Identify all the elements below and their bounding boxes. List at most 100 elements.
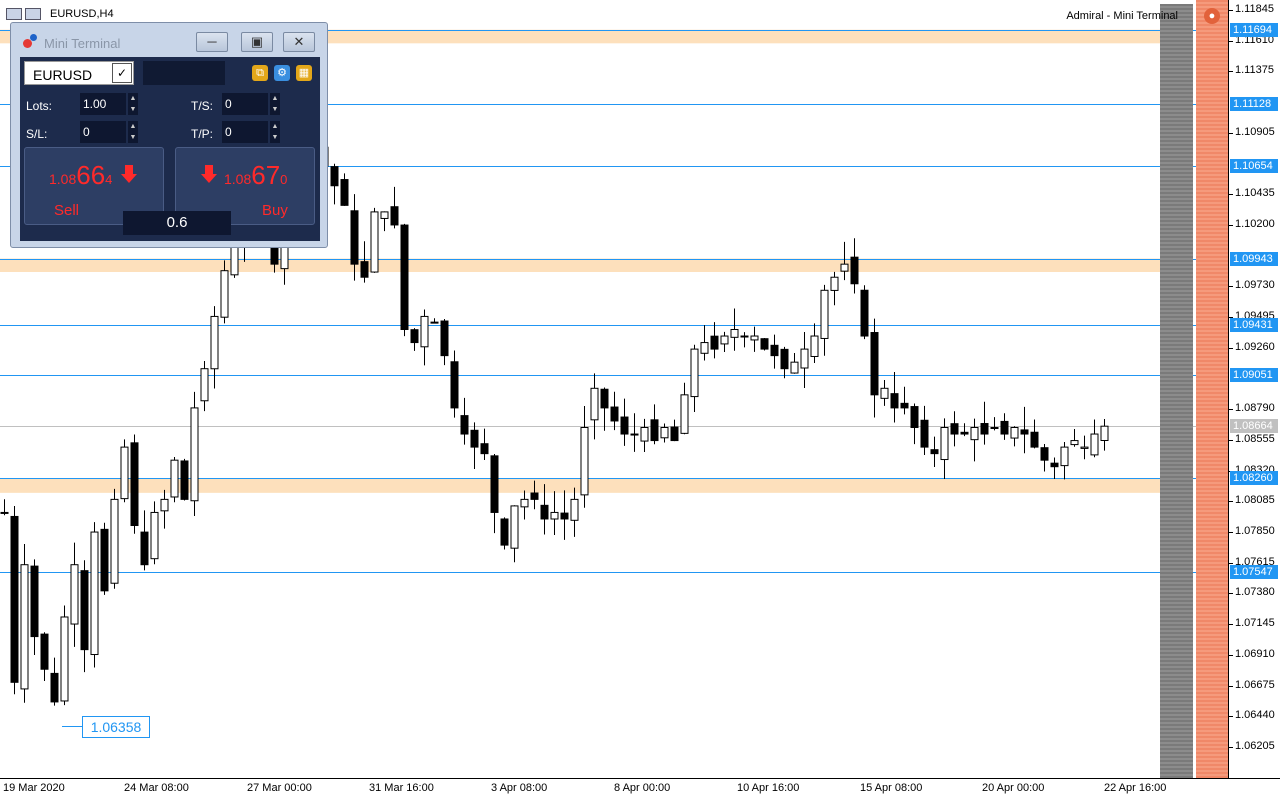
minimize-button[interactable]: ─: [196, 32, 228, 52]
candle-bear: [960, 431, 969, 435]
candle-bear: [500, 518, 509, 546]
candle-bear: [600, 388, 609, 409]
price-level-tag: 1.08260: [1230, 471, 1278, 486]
signal-zone-strip: [1196, 0, 1228, 778]
candle-bear: [860, 289, 869, 337]
maximize-button[interactable]: ▣: [241, 32, 273, 52]
candle-bear: [340, 179, 349, 206]
gear-icon[interactable]: ⚙: [274, 65, 290, 81]
candle-bull: [810, 335, 819, 357]
price-tick-label: 1.09260: [1229, 340, 1275, 353]
price-level-tag: 1.11128: [1230, 96, 1278, 111]
ts-input[interactable]: 0: [222, 93, 268, 115]
candle-bear: [980, 423, 989, 435]
candle-bull: [730, 328, 739, 338]
sell-price-fraction: 4: [105, 172, 113, 187]
price-tick-label: 1.06440: [1229, 709, 1275, 722]
candle-bull: [120, 446, 129, 500]
current-price-tag: 1.08664: [1230, 418, 1278, 433]
candle-bull: [720, 335, 729, 345]
chart-window-icons: [6, 8, 41, 20]
candle-bull: [160, 498, 169, 512]
candle-bull: [790, 361, 799, 374]
candle-bear: [50, 672, 59, 703]
candle-bull: [20, 564, 29, 690]
candle-bear: [10, 515, 19, 683]
tp-input[interactable]: 0: [222, 121, 268, 143]
close-icon: ✕: [293, 34, 305, 49]
low-marker-leader: [62, 726, 82, 727]
candle-bear: [760, 338, 769, 350]
broker-label: Admiral - Mini Terminal: [1066, 10, 1178, 22]
candle-bull: [1060, 446, 1069, 467]
candle-bear: [850, 256, 859, 285]
candle-bear: [620, 416, 629, 435]
tp-label: T/P:: [191, 127, 214, 141]
ts-label: T/S:: [191, 99, 214, 113]
expand-icon[interactable]: ▦: [296, 65, 312, 81]
mini-terminal-window[interactable]: Mini Terminal ─ ▣ ✕ EURUSD ✓ ⧉ ⚙ ▦ Lots:…: [10, 22, 328, 248]
time-axis[interactable]: 19 Mar 2020 24 Mar 08:00 27 Mar 00:00 31 Ma…: [0, 778, 1280, 801]
candle-bull: [110, 498, 119, 584]
candle-bear: [670, 426, 679, 442]
symbol-info-field: [143, 61, 225, 85]
lots-input[interactable]: 1.00: [80, 93, 126, 115]
lots-label: Lots:: [26, 99, 53, 113]
time-tick-label: 8 Apr 00:00: [614, 782, 671, 794]
lots-stepper[interactable]: ▲ ▼: [128, 93, 138, 115]
time-tick-label: 10 Apr 16:00: [737, 782, 800, 794]
buy-price-fraction: 0: [280, 172, 288, 187]
chevron-down-icon[interactable]: ✓: [112, 63, 132, 83]
buy-price-prefix: 1.08: [224, 171, 252, 187]
admiral-logo-icon: ●: [1204, 8, 1220, 24]
candle-bear: [490, 455, 499, 513]
price-level-tag: 1.09431: [1230, 318, 1278, 333]
symbol-select[interactable]: EURUSD ✓: [24, 61, 134, 85]
candle-bull: [420, 315, 429, 348]
sl-input[interactable]: 0: [80, 121, 126, 143]
price-axis[interactable]: 1.11845 1.11610 1.11375 1.10905 1.10435 1.102…: [1229, 0, 1280, 778]
candle-bear: [430, 321, 439, 324]
mini-terminal-titlebar[interactable]: Mini Terminal ─ ▣ ✕: [11, 23, 327, 57]
candle-bear: [470, 429, 479, 448]
price-tick-label: 1.06910: [1229, 647, 1275, 660]
candle-bear: [780, 348, 789, 370]
candle-bull: [150, 511, 159, 560]
close-button[interactable]: ✕: [283, 32, 315, 52]
price-level-tag: 1.11694: [1230, 22, 1278, 37]
sl-stepper[interactable]: ▲ ▼: [128, 121, 138, 143]
buy-price-pips: 67: [251, 160, 281, 190]
chart-menu-icon[interactable]: [6, 8, 22, 20]
candle-bull: [630, 433, 639, 436]
candle-bear: [460, 415, 469, 435]
candle-bull: [840, 263, 849, 272]
mini-terminal-title: Mini Terminal: [44, 36, 121, 51]
candle-bull: [70, 564, 79, 625]
candle-bear: [410, 329, 419, 344]
mini-terminal-logo-icon: [23, 34, 39, 48]
spread-display: 0.6: [123, 211, 231, 235]
mini-terminal-body: EURUSD ✓ ⧉ ⚙ ▦ Lots: 1.00 ▲ ▼ T/S: 0 ▲ ▼ S…: [20, 57, 320, 241]
candle-bull: [700, 342, 709, 354]
price-tick-label: 1.08555: [1229, 432, 1275, 445]
candle-bull: [370, 211, 379, 273]
candle-bear: [560, 512, 569, 520]
candle-bear: [890, 393, 899, 409]
volume-zone-strip: [1160, 4, 1193, 778]
candle-bear: [1040, 447, 1049, 461]
price-tick-label: 1.08790: [1229, 402, 1275, 415]
candle-bull: [640, 427, 649, 442]
candle-bear: [740, 335, 749, 338]
candle-bull: [570, 498, 579, 521]
tp-stepper[interactable]: ▲ ▼: [270, 121, 280, 143]
candle-bear: [130, 442, 139, 527]
candle-bull: [0, 511, 9, 514]
time-tick-label: 3 Apr 08:00: [491, 782, 548, 794]
candle-bear: [360, 261, 369, 278]
ts-stepper[interactable]: ▲ ▼: [270, 93, 280, 115]
candle-bull: [1010, 427, 1019, 439]
price-level-tag: 1.09051: [1230, 368, 1278, 383]
copy-icon[interactable]: ⧉: [252, 65, 268, 81]
candle-bull: [90, 531, 99, 656]
candle-bull: [830, 276, 839, 291]
